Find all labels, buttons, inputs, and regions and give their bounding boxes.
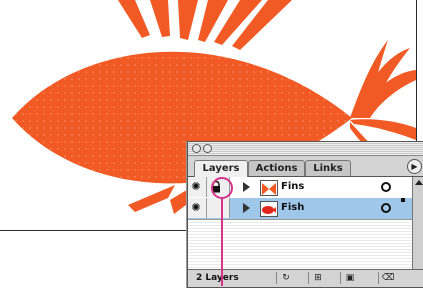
expand-triangle-icon[interactable] (243, 182, 250, 192)
layer-count: 2 Layers (196, 273, 239, 283)
lock-callout-circle (211, 177, 233, 199)
move-layer-icon[interactable]: ▣ (340, 272, 359, 284)
palette-tabs: Layers Actions Links ▶ (188, 156, 423, 177)
palette-menu-icon[interactable]: ▶ (407, 159, 422, 174)
layers-scrollbar[interactable] (412, 177, 423, 269)
visibility-cell[interactable]: ✺ (188, 177, 207, 197)
palette-footer: 2 Layers ↻ ⊞ ▣ ⌫ (188, 269, 423, 287)
tab-layers[interactable]: Layers (194, 160, 248, 177)
eye-icon[interactable]: ✺ (189, 202, 203, 214)
fish-thumbnail-icon (260, 201, 278, 217)
palette-title-bar[interactable] (188, 142, 423, 156)
layer-name-fins[interactable]: Fins (281, 180, 304, 194)
lock-callout-line (221, 199, 223, 286)
target-icon[interactable] (381, 182, 391, 192)
bottom-fins (128, 185, 190, 214)
fins-thumbnail-icon (260, 180, 278, 196)
eye-icon[interactable]: ✺ (189, 181, 203, 193)
layer-name-fish[interactable]: Fish (281, 201, 304, 215)
target-icon[interactable] (381, 203, 391, 213)
tab-links[interactable]: Links (305, 160, 351, 176)
close-icon[interactable] (192, 144, 201, 153)
new-layer-icon[interactable]: ⊞ (308, 272, 327, 284)
new-sublayer-icon[interactable]: ↻ (276, 272, 295, 284)
trash-icon[interactable]: ⌫ (378, 272, 397, 284)
top-fins (118, 0, 292, 50)
collapse-icon[interactable] (203, 144, 212, 153)
selection-indicator-icon (401, 198, 405, 202)
scroll-up-icon[interactable] (415, 180, 423, 185)
lock-cell[interactable] (207, 198, 230, 218)
expand-triangle-icon[interactable] (243, 203, 250, 213)
visibility-cell[interactable]: ✺ (188, 198, 207, 218)
tab-actions[interactable]: Actions (248, 160, 305, 176)
